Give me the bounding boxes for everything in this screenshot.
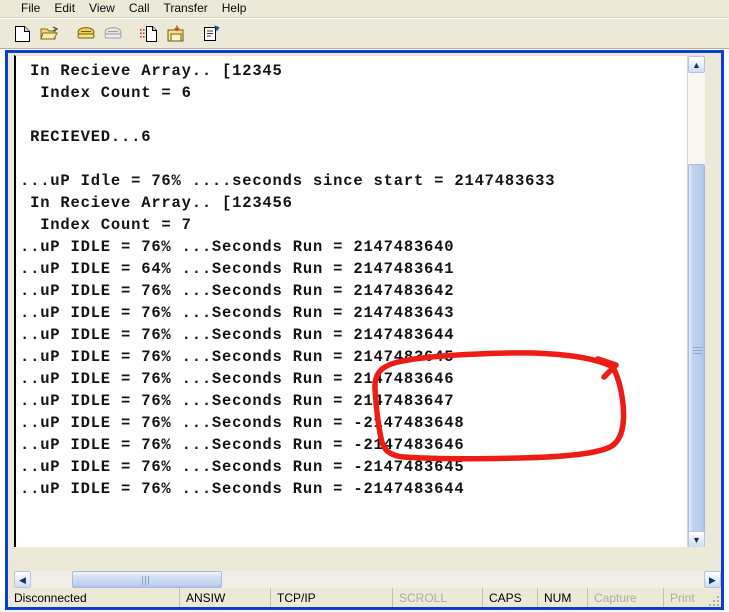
scrollbar-grip-icon [142, 576, 152, 585]
send-file-icon [139, 25, 157, 42]
scroll-right-button[interactable]: ▶ [704, 571, 721, 588]
menu-item-edit[interactable]: Edit [47, 0, 82, 17]
chevron-left-icon: ◀ [19, 574, 26, 585]
status-protocol: TCP/IP [271, 588, 393, 607]
scroll-down-button[interactable]: ▼ [688, 531, 705, 547]
phone-disconnect-icon [104, 27, 121, 39]
menu-item-view[interactable]: View [82, 0, 122, 17]
menu-bar: File Edit View Call Transfer Help [0, 0, 729, 18]
menu-item-file[interactable]: File [14, 0, 47, 17]
status-num-indicator: NUM [538, 588, 588, 607]
disconnect-button[interactable] [100, 22, 125, 46]
terminal-line: ..uP IDLE = 76% ...Seconds Run = 2147483… [20, 348, 455, 366]
terminal-line: RECIEVED...6 [20, 128, 152, 146]
terminal-output[interactable]: In Recieve Array.. [12345 Index Count = … [16, 56, 682, 547]
chevron-up-icon: ▲ [692, 59, 701, 70]
terminal-client-area: In Recieve Array.. [12345 Index Count = … [14, 55, 705, 547]
horizontal-scrollbar[interactable]: ◀ ▶ [14, 571, 721, 589]
horizontal-scrollbar-thumb[interactable] [72, 571, 222, 588]
terminal-window-frame: In Recieve Array.. [12345 Index Count = … [5, 50, 724, 608]
scroll-up-button[interactable]: ▲ [688, 56, 705, 73]
vertical-scrollbar-thumb[interactable] [688, 164, 705, 539]
terminal-line: ..uP IDLE = 76% ...Seconds Run = 2147483… [20, 304, 455, 322]
status-capture-indicator: Capture [588, 588, 664, 607]
status-connection-state: Disconnected [8, 588, 180, 607]
terminal-line: ..uP IDLE = 64% ...Seconds Run = 2147483… [20, 260, 455, 278]
terminal-line: ..uP IDLE = 76% ...Seconds Run = 2147483… [20, 370, 455, 388]
status-caps-indicator: CAPS [483, 588, 538, 607]
terminal-line: In Recieve Array.. [123456 [20, 194, 293, 212]
terminal-line: Index Count = 6 [20, 84, 192, 102]
phone-call-icon [77, 27, 94, 39]
terminal-line: ..uP IDLE = 76% ...Seconds Run = -214748… [20, 458, 465, 476]
call-button[interactable] [73, 22, 98, 46]
send-file-button[interactable] [136, 22, 161, 46]
terminal-line: ..uP IDLE = 76% ...Seconds Run = 2147483… [20, 282, 455, 300]
menu-item-call[interactable]: Call [122, 0, 157, 17]
terminal-line: ...uP Idle = 76% ....seconds since start… [20, 172, 556, 190]
status-scroll-indicator: SCROLL [393, 588, 483, 607]
scrollbar-grip-icon [693, 346, 702, 357]
properties-button[interactable] [199, 22, 224, 46]
terminal-line: ..uP IDLE = 76% ...Seconds Run = 2147483… [20, 392, 455, 410]
properties-icon [203, 24, 220, 41]
open-folder-icon [39, 25, 58, 39]
menu-item-transfer[interactable]: Transfer [157, 0, 215, 17]
vertical-scrollbar[interactable]: ▲ ▼ [687, 56, 705, 547]
toolbar [0, 19, 729, 49]
chevron-down-icon: ▼ [692, 534, 701, 545]
scroll-left-button[interactable]: ◀ [14, 571, 31, 588]
chevron-right-icon: ▶ [709, 574, 716, 585]
open-connection-button[interactable] [37, 22, 62, 46]
receive-file-icon [167, 25, 183, 41]
menu-item-help[interactable]: Help [215, 0, 254, 17]
status-bar: Disconnected ANSIW TCP/IP SCROLL CAPS NU… [5, 588, 724, 610]
terminal-line: ..uP IDLE = 76% ...Seconds Run = 2147483… [20, 326, 455, 344]
new-connection-button[interactable] [10, 22, 35, 46]
terminal-line: ..uP IDLE = 76% ...Seconds Run = -214748… [20, 480, 465, 498]
terminal-line: ..uP IDLE = 76% ...Seconds Run = -214748… [20, 414, 465, 432]
window-resize-grip[interactable] [707, 594, 719, 606]
receive-file-button[interactable] [163, 22, 188, 46]
hyperterminal-window: File Edit View Call Transfer Help In Rec… [0, 0, 729, 612]
terminal-line: ..uP IDLE = 76% ...Seconds Run = -214748… [20, 436, 465, 454]
terminal-line: In Recieve Array.. [12345 [20, 62, 283, 80]
status-emulation: ANSIW [180, 588, 271, 607]
terminal-line: ..uP IDLE = 76% ...Seconds Run = 2147483… [20, 238, 455, 256]
new-file-icon [15, 25, 30, 42]
terminal-line: Index Count = 7 [20, 216, 192, 234]
